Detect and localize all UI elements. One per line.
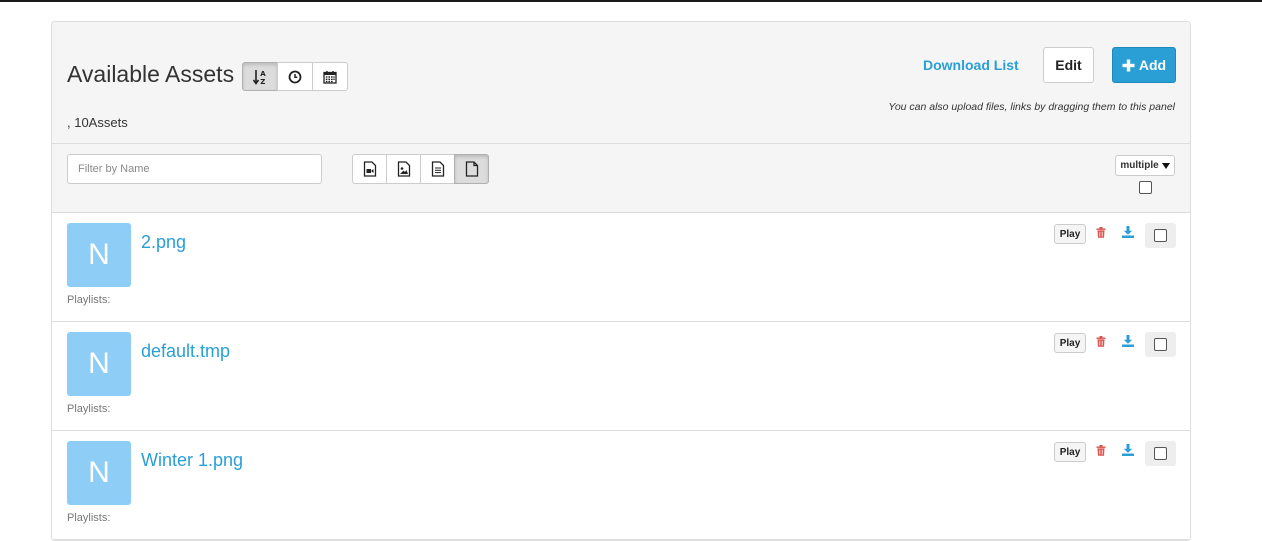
download-icon[interactable] (1122, 444, 1134, 456)
sort-date-button[interactable] (312, 62, 348, 91)
page-title: Available Assets (67, 61, 235, 87)
asset-thumbnail: N (67, 441, 131, 505)
row-select-wrapper (1145, 223, 1176, 248)
upload-hint: You can also upload files, links by drag… (888, 101, 1175, 113)
filter-bar: multiple (52, 144, 1190, 213)
asset-count: , 10Assets (67, 115, 128, 130)
trash-icon[interactable] (1096, 445, 1106, 456)
asset-row: N Winter 1.png Playlists: Play (52, 431, 1190, 540)
play-button[interactable]: Play (1054, 442, 1086, 462)
row-select-checkbox[interactable] (1154, 447, 1167, 460)
row-select-checkbox[interactable] (1154, 338, 1167, 351)
filter-document-button[interactable] (420, 154, 455, 184)
add-button[interactable]: Add (1112, 47, 1176, 83)
calendar-icon (323, 70, 337, 84)
panel-header: Available Assets A Z , 10Assets Download… (52, 22, 1190, 144)
caret-down-icon (1161, 162, 1170, 169)
row-select-wrapper (1145, 332, 1176, 357)
edit-button[interactable]: Edit (1043, 47, 1094, 83)
row-select-checkbox[interactable] (1154, 229, 1167, 242)
asset-row: N default.tmp Playlists: Play (52, 322, 1190, 431)
video-file-icon (363, 161, 376, 177)
sort-alpha-icon: A Z (252, 69, 266, 85)
sort-toggle-group: A Z (242, 62, 348, 91)
add-button-label: Add (1138, 57, 1167, 73)
asset-name-link[interactable]: Winter 1.png (141, 450, 243, 471)
asset-name-link[interactable]: 2.png (141, 232, 186, 253)
asset-playlists-label: Playlists: (67, 403, 111, 415)
filter-image-button[interactable] (386, 154, 421, 184)
filter-other-button[interactable] (454, 154, 489, 184)
asset-playlists-label: Playlists: (67, 512, 111, 524)
asset-row: N 2.png Playlists: Play (52, 213, 1190, 322)
play-button[interactable]: Play (1054, 224, 1086, 244)
asset-name-link[interactable]: default.tmp (141, 341, 230, 362)
asset-thumbnail: N (67, 332, 131, 396)
download-icon[interactable] (1122, 226, 1134, 238)
text-file-icon (431, 161, 444, 177)
image-file-icon (397, 161, 410, 177)
blank-file-icon (465, 161, 478, 177)
clock-icon (288, 70, 302, 83)
filter-by-name-input[interactable] (67, 154, 322, 184)
svg-text:A: A (260, 70, 266, 78)
sort-recent-button[interactable] (277, 62, 313, 91)
multiple-dropdown[interactable]: multiple (1115, 155, 1175, 176)
asset-thumbnail: N (67, 223, 131, 287)
top-border (0, 0, 1262, 2)
play-button[interactable]: Play (1054, 333, 1086, 353)
sort-alpha-button[interactable]: A Z (242, 62, 278, 91)
trash-icon[interactable] (1096, 227, 1106, 238)
svg-text:Z: Z (260, 78, 265, 85)
download-icon[interactable] (1122, 335, 1134, 347)
filter-video-button[interactable] (352, 154, 387, 184)
download-list-link[interactable]: Download List (923, 57, 1019, 73)
plus-icon (1122, 59, 1135, 71)
asset-type-filter-group (352, 154, 489, 184)
asset-playlists-label: Playlists: (67, 294, 111, 306)
trash-icon[interactable] (1096, 336, 1106, 347)
row-select-wrapper (1145, 441, 1176, 466)
multiple-label: multiple (1120, 160, 1159, 171)
select-all-checkbox[interactable] (1139, 181, 1152, 194)
assets-panel: Available Assets A Z , 10Assets Download… (51, 21, 1191, 541)
